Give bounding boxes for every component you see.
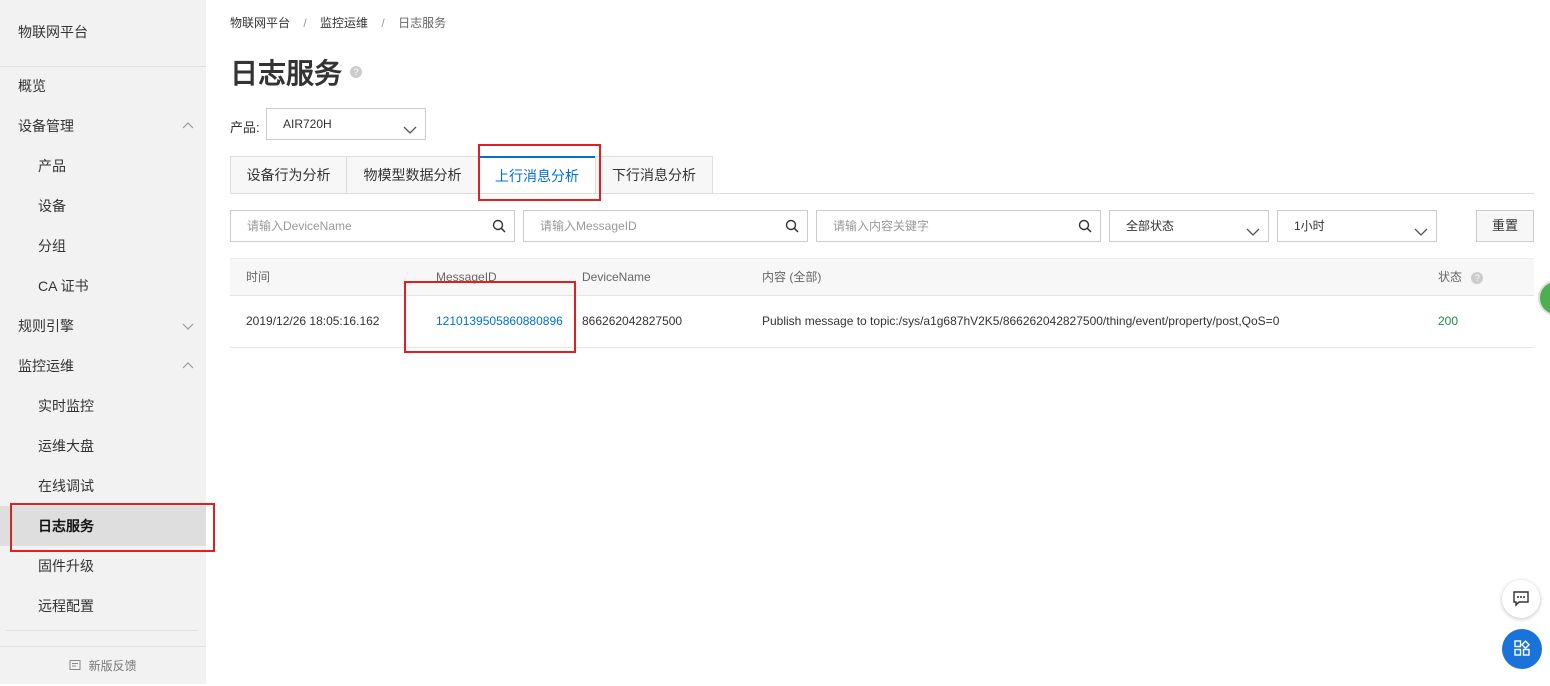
- assistant-badge-icon[interactable]: [1538, 280, 1550, 316]
- help-icon[interactable]: ?: [350, 66, 362, 78]
- column-header-content[interactable]: 内容 (全部): [762, 259, 821, 296]
- sidebar: 物联网平台 概览 设备管理 产品 设备 分组 CA 证书 规则引擎 监控运维 实…: [0, 0, 206, 684]
- column-header-device-name: DeviceName: [582, 270, 651, 284]
- chevron-up-icon: [182, 360, 194, 372]
- sidebar-item-monitoring[interactable]: 监控运维: [0, 346, 206, 386]
- page-title: 日志服务: [230, 58, 343, 89]
- sidebar-item-ca-cert[interactable]: CA 证书: [0, 266, 206, 306]
- tab-downstream-messages[interactable]: 下行消息分析: [595, 156, 713, 194]
- message-id-search[interactable]: [523, 210, 808, 242]
- tab-model-data[interactable]: 物模型数据分析: [346, 156, 479, 194]
- content-input[interactable]: [817, 211, 1100, 241]
- cell-status: 200: [1438, 314, 1459, 328]
- sidebar-item-online-debug[interactable]: 在线调试: [0, 466, 206, 506]
- breadcrumb-mid[interactable]: 监控运维: [320, 14, 368, 31]
- device-name-search[interactable]: [230, 210, 515, 242]
- product-select[interactable]: AIR720H: [266, 108, 426, 140]
- apps-icon: [1513, 639, 1531, 660]
- column-header-status: 状态 ?: [1438, 259, 1484, 296]
- help-icon[interactable]: ?: [1471, 271, 1484, 284]
- time-range-value: 1小时: [1294, 219, 1325, 233]
- column-header-status-label: 状态: [1438, 270, 1463, 284]
- feedback-label: 新版反馈: [88, 659, 137, 673]
- chevron-down-icon: [1414, 220, 1428, 250]
- highlight-box: [10, 503, 215, 552]
- sidebar-item-realtime[interactable]: 实时监控: [0, 386, 206, 426]
- breadcrumb-separator: /: [303, 16, 307, 30]
- chat-button[interactable]: [1502, 580, 1540, 618]
- status-select-value: 全部状态: [1126, 219, 1175, 233]
- device-name-input[interactable]: [231, 211, 514, 241]
- sidebar-item-overview[interactable]: 概览: [0, 66, 206, 106]
- feedback-icon: [69, 648, 81, 686]
- breadcrumb-current: 日志服务: [398, 16, 447, 30]
- sidebar-item-label: 设备管理: [18, 118, 74, 134]
- sidebar-item-group[interactable]: 分组: [0, 226, 206, 266]
- breadcrumb-separator: /: [381, 16, 385, 30]
- time-range-select[interactable]: 1小时: [1277, 210, 1437, 242]
- product-select-value: AIR720H: [283, 117, 332, 131]
- search-icon[interactable]: [1078, 219, 1092, 236]
- cell-content: Publish message to topic:/sys/a1g687hV2K…: [762, 314, 1280, 328]
- reset-button[interactable]: 重置: [1476, 210, 1534, 242]
- sidebar-title[interactable]: 物联网平台: [18, 22, 88, 42]
- column-header-time: 时间: [246, 270, 271, 284]
- apps-button[interactable]: [1502, 629, 1542, 669]
- breadcrumb-root[interactable]: 物联网平台: [230, 14, 290, 31]
- sidebar-item-remote-config[interactable]: 远程配置: [0, 586, 206, 626]
- breadcrumb: 物联网平台 / 监控运维 / 日志服务: [230, 14, 446, 31]
- chat-icon: [1512, 589, 1530, 610]
- tab-underline: [230, 193, 1534, 194]
- cell-device-name: 866262042827500: [582, 314, 683, 328]
- sidebar-item-rule-engine[interactable]: 规则引擎: [0, 306, 206, 346]
- highlight-box: [404, 281, 576, 353]
- chevron-up-icon: [182, 120, 194, 132]
- status-select[interactable]: 全部状态: [1109, 210, 1269, 242]
- highlight-box: [478, 144, 601, 201]
- product-label: 产品:: [230, 120, 260, 135]
- message-id-input[interactable]: [524, 211, 807, 241]
- sidebar-item-device[interactable]: 设备: [0, 186, 206, 226]
- chevron-down-icon: [1246, 220, 1260, 250]
- cell-time: 2019/12/26 18:05:16.162: [246, 314, 380, 328]
- sidebar-item-product[interactable]: 产品: [0, 146, 206, 186]
- content-search[interactable]: [816, 210, 1101, 242]
- sidebar-item-dashboard[interactable]: 运维大盘: [0, 426, 206, 466]
- search-icon[interactable]: [785, 219, 799, 236]
- feedback-button[interactable]: 新版反馈: [0, 646, 206, 684]
- chevron-down-icon: [403, 118, 417, 148]
- sidebar-item-label: 规则引擎: [18, 318, 74, 334]
- sidebar-item-device-mgmt[interactable]: 设备管理: [0, 106, 206, 146]
- search-icon[interactable]: [492, 219, 506, 236]
- sidebar-item-firmware[interactable]: 固件升级: [0, 546, 206, 586]
- chevron-down-icon: [182, 320, 194, 332]
- tab-device-behavior[interactable]: 设备行为分析: [230, 156, 347, 194]
- sidebar-divider: [6, 630, 198, 631]
- sidebar-item-label: 监控运维: [18, 358, 74, 374]
